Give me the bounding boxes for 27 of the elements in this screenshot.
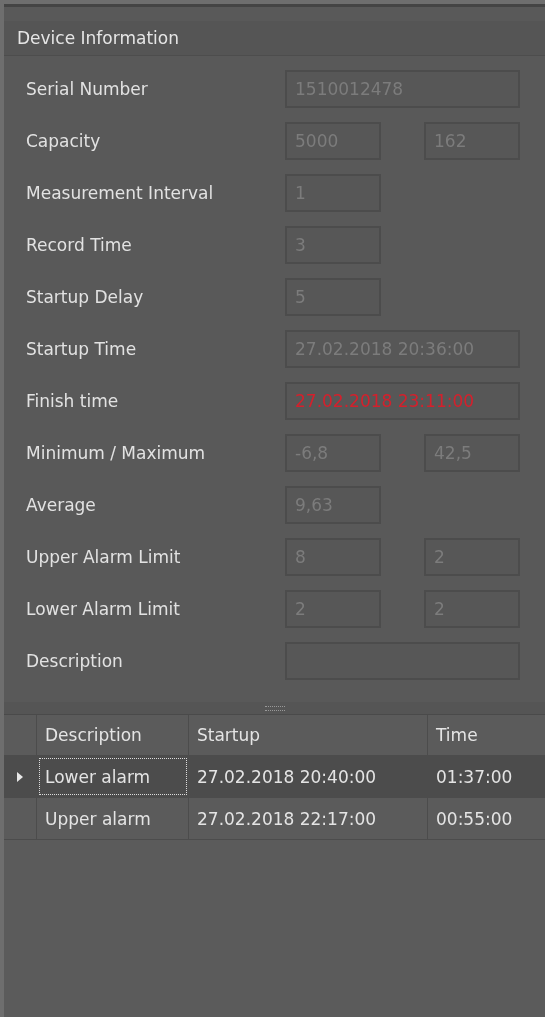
- table-cell: 27.02.2018 20:40:00: [189, 756, 428, 797]
- field-label: Startup Delay: [26, 287, 145, 307]
- column-header[interactable]: Time: [428, 715, 545, 755]
- field-label: Lower Alarm Limit: [26, 599, 181, 619]
- input-field[interactable]: 27.02.2018 23:11:00: [285, 382, 520, 420]
- table-cell: Lower alarm: [37, 756, 189, 797]
- field-label: Upper Alarm Limit: [26, 547, 182, 567]
- panel-title: Device Information: [17, 28, 179, 48]
- table-row[interactable]: Lower alarm 27.02.2018 20:40:00 01:37:00: [4, 756, 545, 798]
- field-label: Startup Time: [26, 339, 138, 359]
- table-cell-text: 00:55:00: [435, 807, 514, 831]
- field-label: Finish time: [26, 391, 120, 411]
- column-header[interactable]: Startup: [189, 715, 428, 755]
- field-label: Serial Number: [26, 79, 149, 99]
- field-label: Minimum / Maximum: [26, 443, 207, 463]
- field-label: Capacity: [26, 131, 102, 151]
- row-indicator-icon: [17, 771, 23, 782]
- table-row[interactable]: Upper alarm 27.02.2018 22:17:00 00:55:00: [4, 798, 545, 840]
- table-cell: 27.02.2018 22:17:00: [189, 798, 428, 839]
- splitter-handle[interactable]: [264, 705, 285, 711]
- table-cell: Upper alarm: [37, 798, 189, 839]
- field-label: Description: [26, 651, 124, 671]
- field-label: Average: [26, 495, 97, 515]
- field-label: Record Time: [26, 235, 133, 255]
- table-cell-text: 01:37:00: [435, 765, 514, 789]
- column-header[interactable]: Description: [37, 715, 189, 755]
- field-label: Measurement Interval: [26, 183, 215, 203]
